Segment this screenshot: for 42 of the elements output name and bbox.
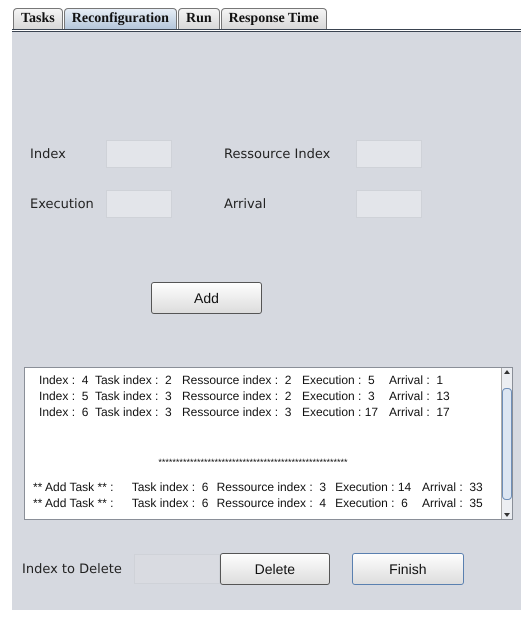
log-text: Index : 4 <box>39 373 88 387</box>
delete-button[interactable]: Delete <box>220 553 330 585</box>
field-label: Index <box>30 146 67 162</box>
field-label: Ressource Index <box>224 146 332 162</box>
log-text: Task index : 6 <box>132 480 208 494</box>
log-text: Task index : 2 <box>95 373 172 387</box>
field-label: Arrival <box>224 196 268 212</box>
log-text: Ressource index : 3 <box>182 405 292 419</box>
log-text: Task index : 3 <box>95 389 172 403</box>
input-field[interactable] <box>134 554 220 584</box>
tab[interactable]: Response Time <box>220 8 327 29</box>
log-text: ** Add Task ** : <box>33 496 114 510</box>
scroll-down-icon[interactable] <box>503 511 511 519</box>
log-text: Arrival : 1 <box>389 373 444 387</box>
log-text: Execution : 6 <box>335 496 408 510</box>
log-text: Execution : 3 <box>302 389 375 403</box>
scrollbar-thumb[interactable] <box>502 388 512 500</box>
log-text: Ressource index : 2 <box>182 373 292 387</box>
log-text: Arrival : 13 <box>389 389 450 403</box>
log-text: Task index : 6 <box>132 496 208 510</box>
log-text: Arrival : 35 <box>422 496 483 510</box>
log-text: Execution : 17 <box>302 405 378 419</box>
log-text: Ressource index : 4 <box>216 496 326 510</box>
log-text: Execution : 14 <box>335 480 412 494</box>
tab[interactable]: Run <box>178 8 220 29</box>
log-text: Ressource index : 2 <box>182 389 292 403</box>
field-label: Index to Delete <box>22 562 122 576</box>
separator-line: ****************************************************** <box>158 457 348 467</box>
tab[interactable]: Tasks <box>13 8 63 29</box>
finish-button[interactable]: Finish <box>352 553 464 585</box>
log-text: Ressource index : 3 <box>216 480 326 494</box>
log-text: Index : 5 <box>39 389 88 403</box>
log-text: Arrival : 33 <box>422 480 483 494</box>
log-text: Execution : 5 <box>302 373 375 387</box>
field-label: Execution <box>30 196 95 212</box>
log-text: Index : 6 <box>39 405 88 419</box>
log-text: ** Add Task ** : <box>33 480 114 494</box>
log-text: Arrival : 17 <box>389 405 450 419</box>
tab[interactable]: Reconfiguration <box>64 8 177 29</box>
log-text: Task index : 3 <box>95 405 172 419</box>
scroll-up-icon[interactable] <box>503 368 511 376</box>
add-button[interactable]: Add <box>151 282 262 314</box>
